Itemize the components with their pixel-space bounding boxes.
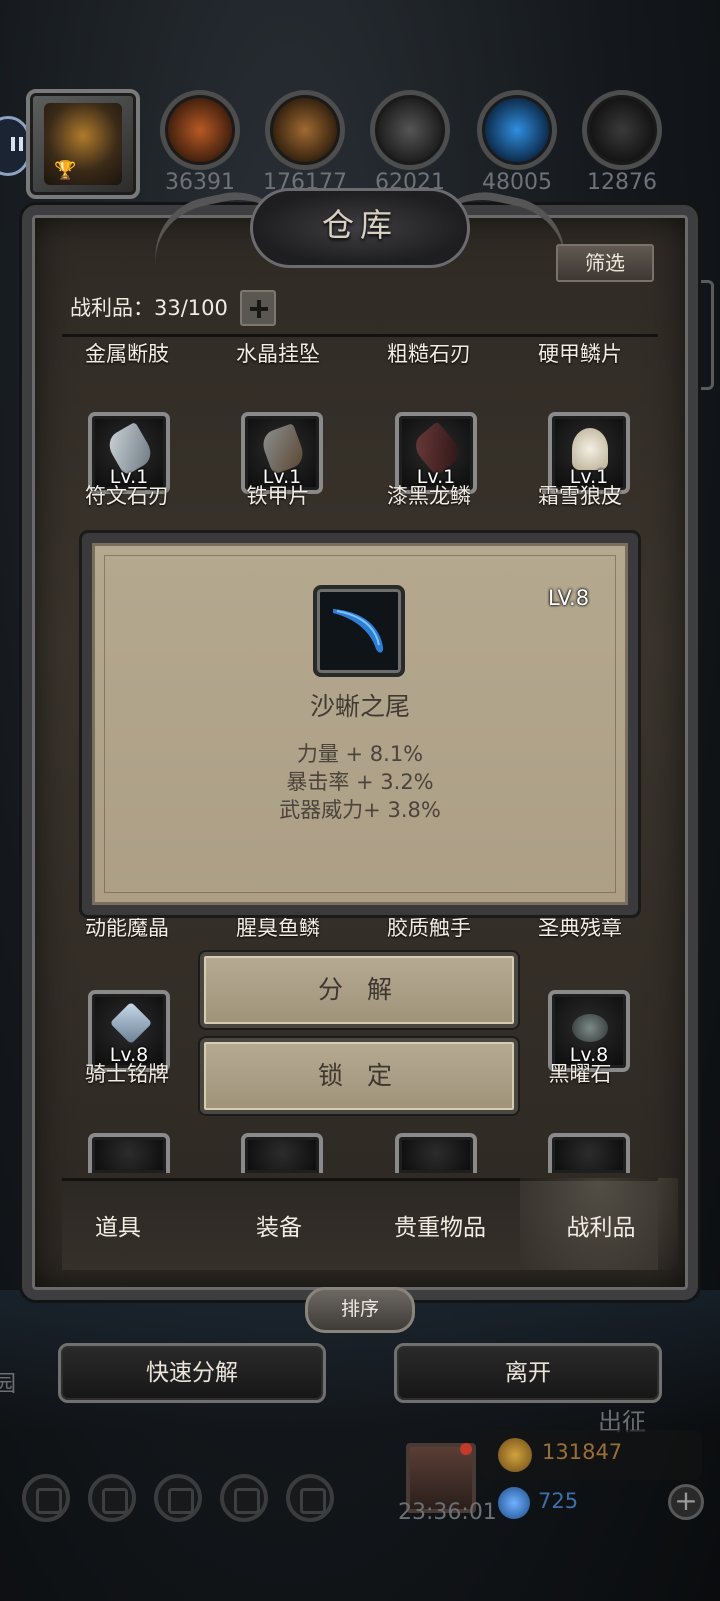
tab-equipment[interactable]: 装备 — [209, 1208, 349, 1242]
hud-left-text: 园 — [0, 1372, 17, 1397]
resource-value: 48005 — [482, 170, 552, 195]
obsidian-icon — [572, 1014, 608, 1042]
add-gems-button[interactable]: + — [668, 1484, 704, 1520]
resource-crystal[interactable]: 48005 — [477, 90, 557, 200]
item-name: 铁甲片 — [246, 484, 310, 508]
item-name: 霜雪狼皮 — [538, 484, 622, 508]
item-slot[interactable] — [88, 1133, 170, 1173]
item-name: 黑曜石 — [548, 1062, 612, 1086]
item-name: 硬甲鳞片 — [538, 342, 622, 366]
hooded-hero-icon — [44, 103, 122, 185]
item-name: 符文石刃 — [85, 484, 169, 508]
wolf-pelt-icon — [572, 428, 608, 470]
filter-button[interactable]: 筛选 — [556, 244, 654, 282]
player-avatar[interactable] — [26, 89, 140, 199]
spoils-count: 战利品：33/100 — [70, 296, 228, 320]
resource-value: 12876 — [587, 170, 657, 195]
lock-button[interactable]: 锁 定 — [200, 1038, 518, 1114]
item-name: 腥臭鱼鳞 — [236, 916, 320, 940]
gold-coin-icon — [498, 1438, 532, 1472]
divider — [62, 334, 658, 337]
nav-star-icon[interactable] — [88, 1474, 136, 1522]
item-stat: 暴击率 + 3.2% — [286, 770, 434, 794]
steel-ingot-icon — [582, 90, 662, 170]
knight-badge-icon — [109, 1001, 153, 1045]
expand-capacity-button[interactable] — [240, 290, 276, 326]
tab-spoils[interactable]: 战利品 — [531, 1208, 671, 1242]
nav-mail-icon[interactable] — [220, 1474, 268, 1522]
item-name: 金属断肢 — [85, 342, 169, 366]
item-slot[interactable] — [395, 1133, 477, 1173]
gem-icon — [498, 1487, 530, 1519]
item-detail-name: 沙蜥之尾 — [309, 692, 410, 721]
resource-steel[interactable]: 12876 — [582, 90, 662, 200]
lizard-tail-icon — [333, 609, 384, 653]
leave-button[interactable]: 离开 — [394, 1343, 662, 1403]
item-detail-slot — [313, 585, 405, 677]
wood-icon — [265, 90, 345, 170]
gem-value: 725 — [538, 1489, 579, 1513]
quick-decompose-button[interactable]: 快速分解 — [58, 1343, 326, 1403]
item-name: 骑士铭牌 — [85, 1062, 169, 1086]
item-name: 动能魔晶 — [85, 916, 169, 940]
resource-meat[interactable]: 36391 — [160, 90, 240, 200]
nav-helm-icon[interactable] — [154, 1474, 202, 1522]
notification-dot — [460, 1443, 472, 1455]
item-detail-level: LV.8 — [548, 586, 590, 610]
gold-value: 131847 — [542, 1440, 623, 1464]
item-slot[interactable] — [241, 1133, 323, 1173]
item-name: 圣典残章 — [538, 916, 622, 940]
resource-iron[interactable]: 62021 — [370, 90, 450, 200]
item-name: 胶质触手 — [387, 916, 471, 940]
sort-button[interactable]: 排序 — [305, 1287, 415, 1333]
item-slot[interactable] — [548, 1133, 630, 1173]
crystal-icon — [477, 90, 557, 170]
item-name: 漆黑龙鳞 — [387, 484, 471, 508]
gift-timer: 23:36:01 — [398, 1500, 497, 1525]
tab-valuables[interactable]: 贵重物品 — [370, 1208, 510, 1242]
tab-items[interactable]: 道具 — [48, 1208, 188, 1242]
nav-bag-icon[interactable] — [286, 1474, 334, 1522]
resource-wood[interactable]: 176177 — [263, 90, 347, 200]
iron-ingot-icon — [370, 90, 450, 170]
decompose-button[interactable]: 分 解 — [200, 952, 518, 1028]
item-name: 粗糙石刃 — [387, 342, 471, 366]
meat-icon — [160, 90, 240, 170]
nav-gear-icon[interactable] — [22, 1474, 70, 1522]
panel-title: 仓库 — [321, 206, 398, 244]
item-stat: 武器威力+ 3.8% — [279, 798, 441, 822]
item-name: 水晶挂坠 — [236, 342, 320, 366]
item-stat: 力量 + 8.1% — [296, 742, 424, 766]
side-tab-hint — [696, 280, 714, 390]
